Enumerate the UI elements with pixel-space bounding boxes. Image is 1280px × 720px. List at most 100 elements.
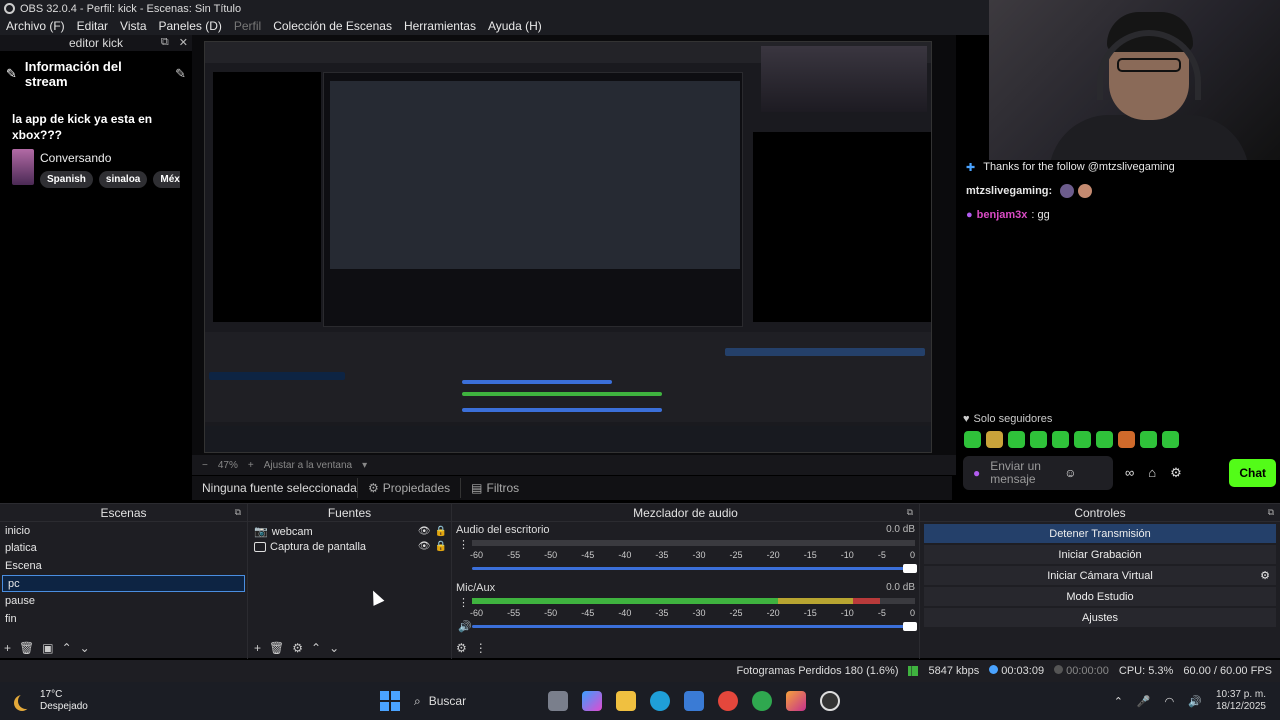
source-name: Captura de pantalla: [270, 540, 367, 553]
menu-vista[interactable]: Vista: [114, 19, 152, 33]
undock-icon[interactable]: ⧉: [235, 507, 241, 518]
channel-db: 0.0 dB: [886, 524, 915, 535]
edit-pencil-icon[interactable]: ✎: [175, 66, 186, 82]
tag-list: Spanish sinaloa Méx: [40, 171, 180, 188]
emote-icon[interactable]: [1008, 431, 1025, 448]
undock-icon[interactable]: ⧉: [1268, 507, 1274, 518]
chevron-down-icon[interactable]: ▾: [362, 460, 367, 471]
scene-list: inicio platica Escena pc pause fin: [0, 522, 247, 628]
mic-icon[interactable]: 🎤: [1137, 695, 1151, 708]
infinity-icon[interactable]: ∞: [1125, 465, 1134, 481]
move-up-icon[interactable]: ⌃: [62, 641, 72, 655]
xbox-icon[interactable]: [752, 691, 772, 711]
scene-item[interactable]: pause: [0, 592, 247, 610]
lock-icon[interactable]: 🔒: [435, 541, 447, 552]
signal-bars-icon: [908, 666, 919, 676]
source-item[interactable]: 📷 webcam 👁 🔒: [248, 524, 451, 539]
menu-coleccion-escenas[interactable]: Colección de Escenas: [267, 19, 398, 33]
source-item[interactable]: Captura de pantalla 👁 🔒: [248, 539, 451, 554]
gear-icon[interactable]: ⚙: [292, 641, 303, 655]
windows-start-icon[interactable]: [380, 691, 400, 711]
volume-icon[interactable]: 🔊: [1188, 695, 1202, 708]
filter-icon[interactable]: ▣: [42, 641, 53, 655]
trash-icon[interactable]: 🗑: [19, 641, 34, 655]
studio-mode-button[interactable]: Modo Estudio: [924, 587, 1276, 606]
store-icon[interactable]: ⌂: [1148, 465, 1156, 481]
emote-icon: [1060, 184, 1075, 198]
scene-item[interactable]: fin: [0, 610, 247, 628]
scene-item[interactable]: platica: [0, 540, 247, 558]
scene-item[interactable]: inicio: [0, 522, 247, 540]
scene-item[interactable]: Escena: [0, 557, 247, 575]
kebab-icon[interactable]: ⋮: [458, 596, 469, 609]
chat-input[interactable]: ● Enviar un mensaje ☺: [963, 456, 1113, 490]
bitrate: 5847 kbps: [928, 665, 980, 677]
filters-button[interactable]: ▤ Filtros: [460, 478, 529, 498]
emote-icon[interactable]: [1030, 431, 1047, 448]
close-icon[interactable]: ✕: [179, 36, 188, 49]
scene-item-selected[interactable]: pc: [2, 574, 245, 593]
chevron-up-icon[interactable]: ⌃: [1114, 695, 1123, 708]
taskbar-search[interactable]: ⌕ Buscar: [414, 687, 534, 715]
speaker-icon[interactable]: 🔊: [458, 620, 472, 633]
visibility-icon[interactable]: 👁: [418, 541, 431, 552]
emote-icon[interactable]: [1162, 431, 1179, 448]
float-dock-icon[interactable]: ⧉: [161, 36, 169, 49]
menu-archivo[interactable]: Archivo (F): [0, 19, 71, 33]
lock-icon[interactable]: 🔒: [435, 526, 447, 537]
settings-button[interactable]: Ajustes: [924, 608, 1276, 627]
menu-editar[interactable]: Editar: [71, 19, 114, 33]
copilot-icon[interactable]: [582, 691, 602, 711]
menu-herramientas[interactable]: Herramientas: [398, 19, 482, 33]
emote-icon[interactable]: [964, 431, 981, 448]
preview-canvas[interactable]: [192, 35, 956, 455]
kebab-icon[interactable]: ⋮: [458, 538, 469, 551]
volume-slider[interactable]: [472, 622, 917, 631]
stop-stream-button[interactable]: Detener Transmisión: [924, 524, 1276, 543]
trash-icon[interactable]: 🗑: [269, 641, 284, 655]
search-icon: ⌕: [414, 693, 421, 708]
obs-icon[interactable]: [820, 691, 840, 711]
menu-perfil[interactable]: Perfil: [228, 19, 267, 33]
zoom-in-button[interactable]: +: [248, 460, 254, 471]
start-recording-button[interactable]: Iniciar Grabación: [924, 545, 1276, 564]
virtual-camera-button[interactable]: Iniciar Cámara Virtual ⚙: [924, 566, 1276, 585]
add-icon[interactable]: +: [4, 641, 11, 655]
emote-icon[interactable]: [1052, 431, 1069, 448]
move-down-icon[interactable]: ⌄: [329, 641, 339, 655]
volume-slider[interactable]: [472, 564, 917, 573]
gear-icon[interactable]: ⚙: [1260, 569, 1270, 582]
fit-window-label[interactable]: Ajustar a la ventana: [264, 460, 352, 471]
instagram-icon[interactable]: [786, 691, 806, 711]
move-down-icon[interactable]: ⌄: [80, 641, 90, 655]
zoom-out-button[interactable]: −: [202, 460, 208, 471]
gear-icon[interactable]: ⚙: [1170, 465, 1182, 481]
emote-icon[interactable]: [986, 431, 1003, 448]
channel-db: 0.0 dB: [886, 582, 915, 593]
emote-icon[interactable]: [1118, 431, 1135, 448]
file-explorer-icon[interactable]: [616, 691, 636, 711]
undock-icon[interactable]: ⧉: [907, 507, 913, 518]
tag: sinaloa: [98, 171, 148, 188]
mixer-settings-icon[interactable]: ⚙: [456, 641, 467, 655]
weather-widget[interactable]: 17°C Despejado: [14, 689, 154, 713]
chrome-icon[interactable]: [718, 691, 738, 711]
source-name: webcam: [271, 525, 313, 538]
emote-icon[interactable]: [1140, 431, 1157, 448]
wifi-icon[interactable]: ◠: [1165, 695, 1175, 708]
menu-paneles[interactable]: Paneles (D): [153, 19, 228, 33]
edge-icon[interactable]: [650, 691, 670, 711]
kebab-icon[interactable]: ⋮: [475, 641, 487, 655]
emote-icon[interactable]: [1074, 431, 1091, 448]
visibility-icon[interactable]: 👁: [418, 526, 431, 537]
properties-button[interactable]: ⚙ Propiedades: [357, 478, 460, 498]
chat-send-button[interactable]: Chat: [1229, 459, 1276, 487]
move-up-icon[interactable]: ⌃: [311, 641, 321, 655]
menu-ayuda[interactable]: Ayuda (H): [482, 19, 548, 33]
taskview-icon[interactable]: [548, 691, 568, 711]
add-icon[interactable]: +: [254, 641, 261, 655]
emote-icon[interactable]: [1096, 431, 1113, 448]
clock[interactable]: 10:37 p. m. 18/12/2025: [1216, 689, 1266, 713]
store-icon[interactable]: [684, 691, 704, 711]
emoji-icon[interactable]: ☺: [1064, 466, 1076, 480]
